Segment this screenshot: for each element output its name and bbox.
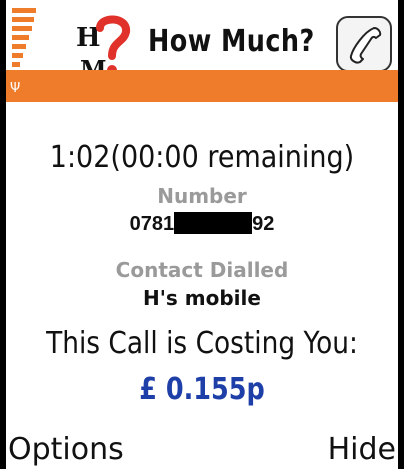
call-button[interactable] xyxy=(336,16,392,72)
dialled-number: 0781 92 xyxy=(6,212,398,236)
number-suffix: 92 xyxy=(252,213,275,235)
number-label: Number xyxy=(157,184,247,208)
contact-name: H's mobile xyxy=(143,286,261,310)
phone-screen: H M How Much? Ψ 1:02(00:00 remaining) Nu… xyxy=(6,0,398,469)
app-title: How Much? xyxy=(148,24,315,59)
redaction-bar xyxy=(174,212,253,234)
app-header: H M How Much? xyxy=(6,0,398,84)
header-accent-bar xyxy=(6,70,398,102)
softkey-bar: Options Hide xyxy=(6,428,398,469)
options-softkey[interactable]: Options xyxy=(8,432,124,467)
number-prefix: 0781 xyxy=(129,213,175,235)
call-cost: £ 0.155p xyxy=(139,372,265,407)
contact-label: Contact Dialled xyxy=(115,258,289,282)
antenna-icon: Ψ xyxy=(10,81,21,96)
call-elapsed-time: 1:02(00:00 remaining) xyxy=(49,140,355,175)
costing-label: This Call is Costing You: xyxy=(46,326,358,361)
phone-handset-icon xyxy=(349,27,382,64)
hide-softkey[interactable]: Hide xyxy=(328,432,396,467)
